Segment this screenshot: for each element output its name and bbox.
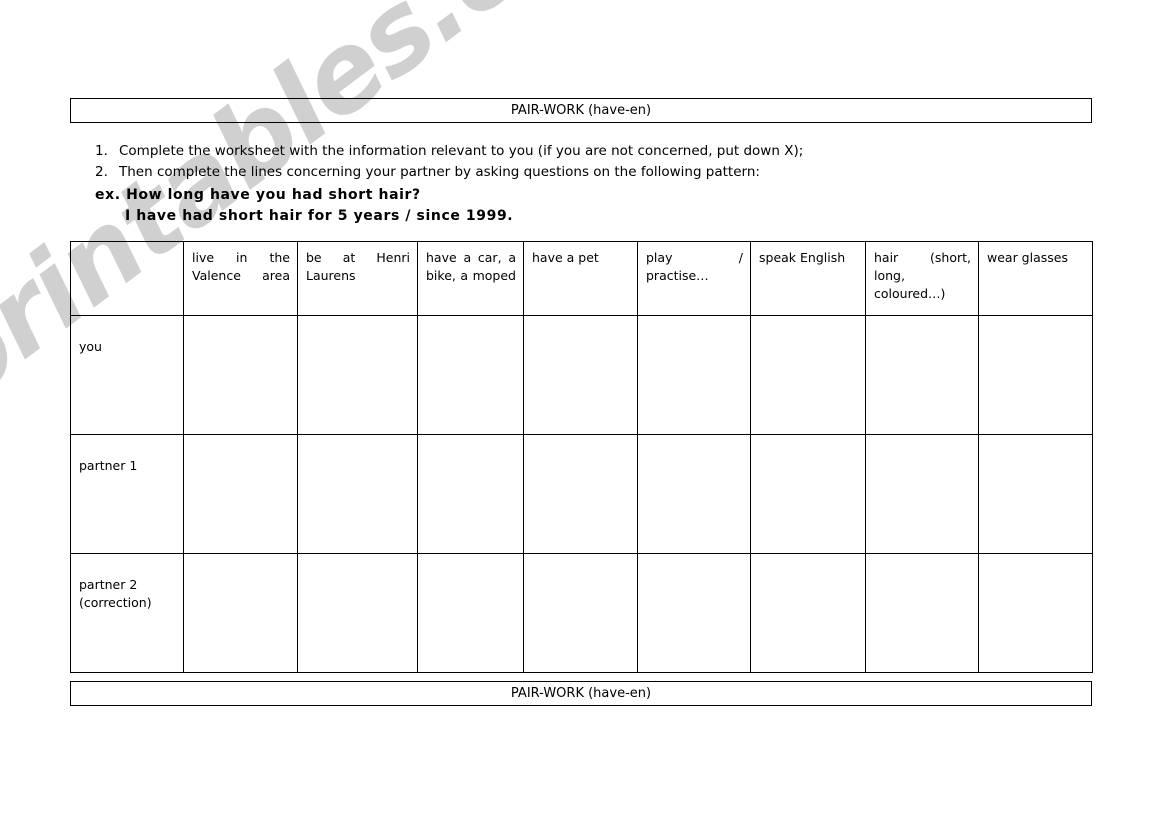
- table-corner-cell: [70, 241, 184, 316]
- cell-partner2-play-practise[interactable]: [637, 553, 751, 673]
- column-header-play-practise: play / practise…: [637, 241, 751, 316]
- cell-you-be-at-henri-laurens[interactable]: [297, 315, 418, 435]
- cell-you-speak-english[interactable]: [750, 315, 866, 435]
- instructions-list: 1. Complete the worksheet with the infor…: [95, 141, 995, 183]
- cell-partner1-live-in-valence[interactable]: [183, 434, 298, 554]
- column-header-hair: hair (short, long, coloured…): [865, 241, 979, 316]
- row-label-you-line-1: you: [79, 339, 102, 354]
- cell-partner1-have-a-pet[interactable]: [523, 434, 638, 554]
- cell-you-hair[interactable]: [865, 315, 979, 435]
- cell-partner1-hair[interactable]: [865, 434, 979, 554]
- table-header-row: live in the Valence area be at Henri Lau…: [70, 241, 1093, 316]
- footer-title-bar: PAIR-WORK (have-en): [70, 681, 1092, 706]
- row-label-you: you: [70, 315, 184, 435]
- cell-partner2-hair[interactable]: [865, 553, 979, 673]
- cell-you-have-vehicle[interactable]: [417, 315, 524, 435]
- cell-partner1-play-practise[interactable]: [637, 434, 751, 554]
- column-header-live-in-valence: live in the Valence area: [183, 241, 298, 316]
- column-header-be-at-henri-laurens: be at Henri Laurens: [297, 241, 418, 316]
- column-header-have-vehicle: have a car, a bike, a moped: [417, 241, 524, 316]
- cell-partner2-have-vehicle[interactable]: [417, 553, 524, 673]
- table-row-you: you: [70, 315, 1093, 435]
- row-label-partner-1-line-1: partner 1: [79, 458, 138, 473]
- footer-title-text: PAIR-WORK (have-en): [510, 686, 652, 701]
- table-row-partner-1: partner 1: [70, 434, 1093, 554]
- column-header-have-a-pet: have a pet: [523, 241, 638, 316]
- header-title-text: PAIR-WORK (have-en): [510, 103, 652, 118]
- example-question: ex. How long have you had short hair?: [95, 187, 421, 203]
- example-block: ex. How long have you had short hair? I …: [95, 185, 513, 227]
- example-answer: I have had short hair for 5 years / sinc…: [125, 208, 514, 224]
- column-header-speak-english: speak English: [750, 241, 866, 316]
- cell-partner2-speak-english[interactable]: [750, 553, 866, 673]
- cell-partner1-speak-english[interactable]: [750, 434, 866, 554]
- instruction-number-2: 2.: [95, 164, 108, 180]
- cell-partner2-be-at-henri-laurens[interactable]: [297, 553, 418, 673]
- table-row-partner-2: partner 2 (correction): [70, 553, 1093, 673]
- cell-you-have-a-pet[interactable]: [523, 315, 638, 435]
- row-label-partner-1: partner 1: [70, 434, 184, 554]
- cell-partner2-live-in-valence[interactable]: [183, 553, 298, 673]
- cell-partner1-be-at-henri-laurens[interactable]: [297, 434, 418, 554]
- cell-partner1-have-vehicle[interactable]: [417, 434, 524, 554]
- row-label-partner-2-line-1: partner 2: [79, 577, 138, 592]
- instruction-text-2: Then complete the lines concerning your …: [119, 164, 760, 180]
- instruction-text-1: Complete the worksheet with the informat…: [119, 143, 804, 159]
- row-label-partner-2: partner 2 (correction): [70, 553, 184, 673]
- header-title-bar: PAIR-WORK (have-en): [70, 98, 1092, 123]
- row-label-partner-2-line-2: (correction): [79, 595, 152, 610]
- instruction-number-1: 1.: [95, 143, 108, 159]
- cell-partner1-wear-glasses[interactable]: [978, 434, 1093, 554]
- instruction-item-2: 2. Then complete the lines concerning yo…: [95, 162, 995, 183]
- cell-partner2-have-a-pet[interactable]: [523, 553, 638, 673]
- cell-you-live-in-valence[interactable]: [183, 315, 298, 435]
- cell-you-play-practise[interactable]: [637, 315, 751, 435]
- worksheet-content: PAIR-WORK (have-en) 1. Complete the work…: [0, 0, 1169, 821]
- column-header-wear-glasses: wear glasses: [978, 241, 1093, 316]
- cell-partner2-wear-glasses[interactable]: [978, 553, 1093, 673]
- pairwork-table: live in the Valence area be at Henri Lau…: [70, 241, 1093, 673]
- cell-you-wear-glasses[interactable]: [978, 315, 1093, 435]
- instruction-item-1: 1. Complete the worksheet with the infor…: [95, 141, 995, 162]
- worksheet-page: ESLprintables.com PAIR-WORK (have-en) 1.…: [0, 0, 1169, 821]
